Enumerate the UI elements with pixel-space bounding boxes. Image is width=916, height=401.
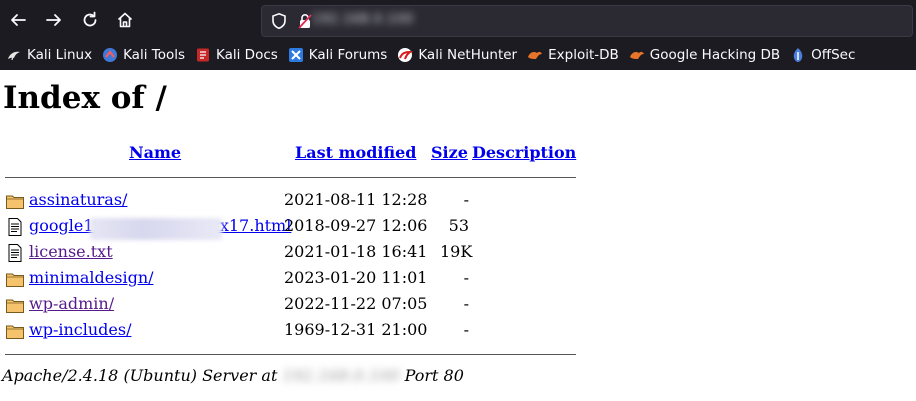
sort-by-description-link[interactable]: Description [472, 143, 576, 162]
sort-by-last-modified-link[interactable]: Last modified [295, 143, 416, 162]
bookmark-label: Kali Docs [216, 47, 278, 63]
entry-link[interactable]: license.txt [29, 242, 113, 261]
home-button[interactable] [111, 6, 139, 34]
bookmark-kali-nethunter[interactable]: Kali NetHunter [397, 47, 517, 63]
entry-link[interactable]: wp-admin/ [29, 294, 114, 313]
table-row: assinaturas/ 2021-08-11 12:28 - [0, 190, 600, 212]
table-row: google1xxxxxxxxxxxxxxx17.html 2018-09-27… [0, 216, 600, 240]
sort-by-name-link[interactable]: Name [129, 143, 181, 162]
bookmark-kali-linux[interactable]: Kali Linux [6, 47, 92, 63]
entry-modified: 2021-01-18 16:41 [284, 242, 428, 261]
table-row: license.txt 2021-01-18 16:41 19K [0, 242, 600, 264]
entry-size: 19K [440, 242, 473, 261]
table-row: wp-admin/ 2022-11-22 07:05 - [0, 294, 600, 316]
bookmark-label: Google Hacking DB [649, 47, 781, 63]
server-signature-suffix: Port 80 [399, 366, 464, 385]
text-file-icon [8, 218, 22, 236]
bookmarks-toolbar: Kali Linux Kali Tools Kali Docs Kali For… [0, 41, 859, 69]
entry-modified: 2022-11-22 07:05 [284, 294, 428, 313]
exploit-db-icon [528, 51, 543, 59]
footer-divider [5, 354, 576, 355]
bookmark-label: Exploit-DB [548, 47, 619, 63]
entry-size: - [463, 268, 469, 287]
bookmark-kali-docs[interactable]: Kali Docs [195, 47, 278, 63]
bookmark-label: Kali Linux [27, 47, 93, 63]
url-text[interactable]: 192.168.0.100 [312, 12, 414, 27]
entry-modified: 2023-01-20 11:01 [284, 268, 428, 287]
forward-arrow-icon [46, 14, 61, 26]
table-row: minimaldesign/ 2023-01-20 11:01 - [0, 268, 600, 290]
address-bar[interactable]: 192.168.0.100 [261, 5, 913, 37]
entry-link[interactable]: wp-includes/ [29, 320, 131, 339]
server-signature-prefix: Apache/2.4.18 (Ubuntu) Server at [2, 366, 283, 385]
ghdb-icon [629, 51, 644, 59]
bookmark-label: Kali Forums [308, 47, 388, 63]
server-host: 192.168.0.100 [282, 366, 400, 385]
back-arrow-icon [11, 14, 26, 26]
kali-dragon-icon [8, 51, 20, 61]
offsec-icon [793, 48, 803, 62]
entry-size: - [463, 320, 469, 339]
tracking-protection-shield-icon[interactable] [270, 12, 288, 30]
back-button[interactable] [4, 6, 32, 34]
kali-forums-icon [288, 48, 303, 62]
bookmark-kali-forums[interactable]: Kali Forums [288, 47, 388, 63]
kali-docs-icon [197, 48, 209, 62]
kali-nethunter-icon [398, 48, 414, 62]
folder-icon [6, 273, 24, 287]
bookmark-offsec[interactable]: OffSec [790, 47, 855, 63]
folder-icon [6, 325, 24, 339]
header-divider [5, 177, 576, 178]
insecure-connection-icon[interactable] [298, 13, 312, 29]
bookmark-label: Kali Tools [123, 47, 185, 63]
bookmark-label: OffSec [811, 47, 856, 63]
entry-modified: 1969-12-31 21:00 [284, 320, 428, 339]
entry-size: - [463, 190, 469, 209]
bookmark-exploit-db[interactable]: Exploit-DB [527, 47, 619, 63]
sort-by-size-link[interactable]: Size [431, 143, 468, 162]
server-signature: Apache/2.4.18 (Ubuntu) Server at 192.168… [2, 366, 464, 385]
entry-size: 53 [448, 216, 469, 235]
entry-link[interactable]: assinaturas/ [29, 190, 127, 209]
entry-modified: 2021-08-11 12:28 [284, 190, 428, 209]
entry-link[interactable]: minimaldesign/ [29, 268, 154, 287]
reload-icon [83, 11, 97, 27]
text-file-icon [8, 244, 22, 262]
redaction-blur [90, 218, 222, 240]
page-content: Index of / Name Last modified Size Descr… [0, 70, 916, 401]
home-icon [117, 12, 133, 28]
bookmark-label: Kali NetHunter [418, 47, 518, 63]
page-title: Index of / [3, 80, 167, 116]
table-row: wp-includes/ 1969-12-31 21:00 - [0, 320, 600, 342]
forward-button[interactable] [40, 6, 68, 34]
kali-tools-icon [103, 48, 118, 62]
browser-toolbar: 192.168.0.100 Kali Linux Kali Tools Kali… [0, 0, 916, 70]
folder-icon [6, 299, 24, 313]
bookmark-kali-tools[interactable]: Kali Tools [102, 47, 185, 63]
bookmark-google-hacking-db[interactable]: Google Hacking DB [629, 47, 780, 63]
entry-modified: 2018-09-27 12:06 [284, 216, 428, 235]
reload-button[interactable] [76, 6, 104, 34]
folder-icon [6, 195, 24, 209]
entry-size: - [463, 294, 469, 313]
